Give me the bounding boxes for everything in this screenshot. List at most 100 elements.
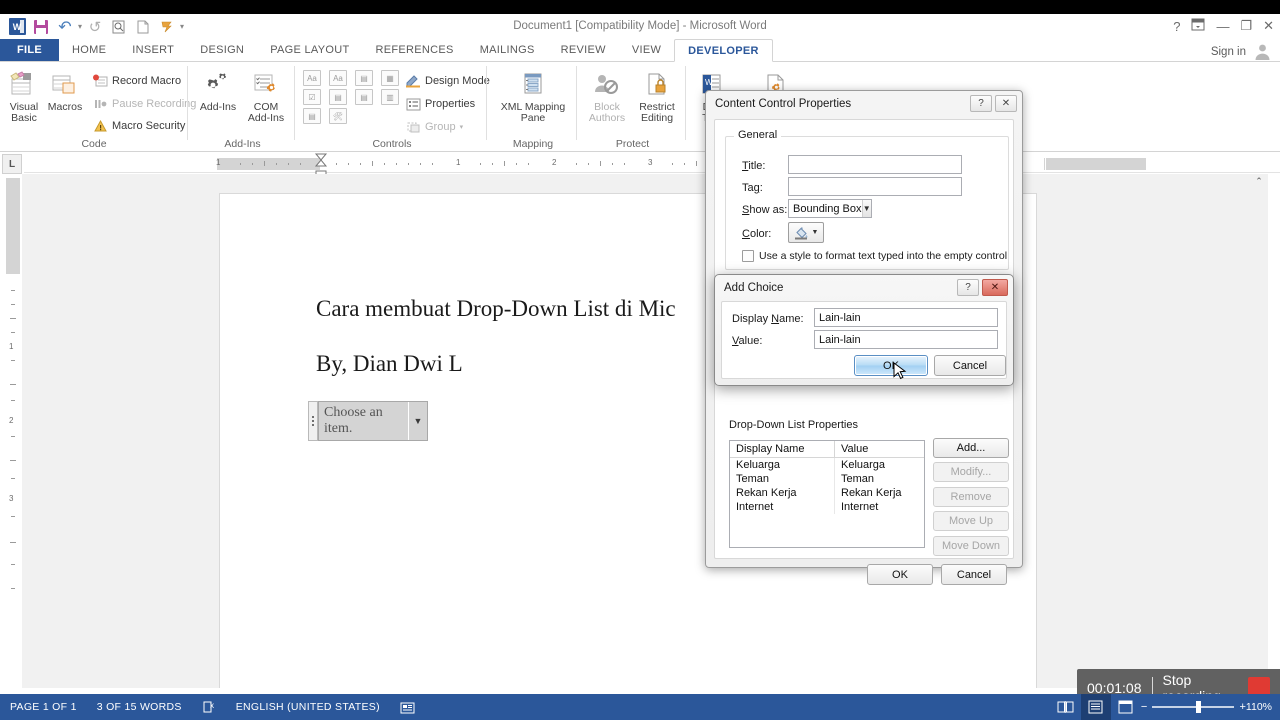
tag-input[interactable] — [788, 177, 962, 196]
fill-color-icon — [794, 226, 809, 240]
word-logo-icon: W — [6, 16, 28, 37]
title-input[interactable] — [788, 155, 962, 174]
macros-button[interactable]: Macros — [44, 68, 86, 113]
add-choice-dialog[interactable]: Add Choice ? ✕ Display Name: Lain-lain V… — [714, 274, 1014, 386]
column-header-value[interactable]: Value — [834, 441, 924, 457]
add-choice-button[interactable]: Add... — [933, 438, 1009, 458]
tab-review[interactable]: REVIEW — [548, 39, 619, 61]
add-choice-close-button[interactable]: ✕ — [982, 279, 1008, 296]
read-mode-view-button[interactable] — [1051, 694, 1081, 720]
minimize-icon[interactable]: — — [1216, 19, 1229, 34]
cell-display-name: Rekan Kerja — [736, 487, 797, 499]
color-picker-button[interactable]: ▼ — [788, 222, 824, 243]
tab-design[interactable]: DESIGN — [187, 39, 257, 61]
table-row[interactable]: Keluarga Keluarga — [730, 458, 924, 472]
zoom-out-button[interactable]: − — [1141, 701, 1147, 713]
add-choice-help-button[interactable]: ? — [957, 279, 979, 296]
date-picker-control-icon[interactable]: ▥ — [381, 89, 399, 105]
checkbox-control-icon[interactable]: ☑ — [303, 89, 321, 105]
ribbon-display-options-icon[interactable] — [1191, 18, 1205, 34]
show-as-chevron-down-icon[interactable]: ▼ — [861, 200, 871, 217]
com-add-ins-button[interactable]: COM Add-Ins — [242, 68, 290, 124]
restore-icon[interactable]: ❐ — [1240, 18, 1252, 34]
account-avatar-icon[interactable] — [1253, 42, 1272, 61]
color-chevron-down-icon[interactable]: ▼ — [812, 229, 819, 236]
table-row[interactable]: Teman Teman — [730, 472, 924, 486]
tab-page-layout[interactable]: PAGE LAYOUT — [257, 39, 362, 61]
tab-references[interactable]: REFERENCES — [363, 39, 467, 61]
ccp-help-button[interactable]: ? — [970, 95, 992, 112]
close-icon[interactable]: ✕ — [1263, 18, 1274, 34]
tab-view[interactable]: VIEW — [619, 39, 674, 61]
dropdown-content-control[interactable]: Choose an item. ▼ — [308, 401, 428, 441]
content-control-box[interactable]: Choose an item. ▼ — [318, 401, 428, 441]
zoom-slider[interactable]: − + — [1141, 694, 1246, 720]
xml-mapping-pane-button[interactable]: XML Mapping Pane — [497, 68, 569, 124]
add-choice-cancel-button[interactable]: Cancel — [934, 355, 1006, 376]
help-icon[interactable]: ? — [1173, 19, 1180, 34]
tab-selector-button[interactable]: L — [2, 154, 22, 174]
content-controls-gallery[interactable]: Aa Aa ▤ ▦ ☑ ▤ ▤ ▥ ▤ 🛠 — [303, 70, 403, 124]
table-row[interactable]: Internet Internet — [730, 500, 924, 514]
dropdown-list-control-icon[interactable]: ▤ — [355, 89, 373, 105]
ccp-cancel-button[interactable]: Cancel — [941, 564, 1007, 585]
tab-mailings[interactable]: MAILINGS — [467, 39, 548, 61]
print-layout-view-button[interactable] — [1080, 694, 1111, 720]
document-canvas[interactable]: Cara membuat Drop-Down List di Mic By, D… — [22, 174, 1268, 688]
design-mode-button[interactable]: Design Mode — [405, 73, 490, 89]
use-style-checkbox-label[interactable]: Use a style to format text typed into th… — [759, 250, 1007, 262]
use-style-checkbox[interactable] — [742, 250, 754, 262]
repeating-section-control-icon[interactable]: ▤ — [303, 108, 321, 124]
zoom-slider-track[interactable] — [1152, 701, 1235, 713]
save-icon[interactable] — [30, 16, 52, 37]
web-layout-view-button[interactable] — [1111, 694, 1141, 720]
proofing-errors-icon[interactable]: x — [192, 694, 226, 720]
visual-basic-button[interactable]: Visual Basic — [6, 68, 42, 124]
add-choice-ok-button[interactable]: OK — [854, 355, 928, 376]
zoom-level-button[interactable]: 110% — [1246, 701, 1280, 713]
plain-text-control-icon[interactable]: Aa — [329, 70, 347, 86]
status-page-number[interactable]: PAGE 1 OF 1 — [0, 694, 87, 720]
zoom-slider-knob[interactable] — [1196, 701, 1202, 713]
content-control-dropdown-arrow-icon[interactable]: ▼ — [409, 402, 427, 440]
quick-print-icon[interactable] — [156, 16, 178, 37]
properties-button[interactable]: Properties — [405, 96, 475, 112]
content-control-handle[interactable] — [308, 401, 318, 441]
ccp-close-button[interactable]: ✕ — [995, 95, 1017, 112]
macro-recording-icon[interactable] — [390, 694, 425, 720]
tab-insert[interactable]: INSERT — [119, 39, 187, 61]
collapse-ribbon-icon[interactable]: ⌃ — [1252, 174, 1266, 188]
ccp-ok-button[interactable]: OK — [867, 564, 933, 585]
building-block-control-icon[interactable]: ▦ — [381, 70, 399, 86]
ribbon-group-protect: Block Authors Restrict Editing Protect — [579, 62, 686, 152]
status-word-count[interactable]: 3 OF 15 WORDS — [87, 694, 192, 720]
pause-recording-button: Pause Recording — [92, 96, 196, 112]
customize-qat-icon[interactable]: ▾ — [180, 22, 184, 31]
undo-icon[interactable]: ↶ — [54, 16, 76, 37]
column-header-display-name[interactable]: Display Name — [730, 441, 834, 457]
horizontal-ruler[interactable]: 1 1 2 3 — [24, 155, 1280, 173]
tab-file[interactable]: FILE — [0, 39, 60, 61]
undo-dropdown-icon[interactable]: ▾ — [78, 22, 82, 31]
rich-text-control-icon[interactable]: Aa — [303, 70, 321, 86]
tab-developer[interactable]: DEVELOPER — [674, 39, 773, 62]
redo-icon[interactable]: ↺ — [84, 16, 106, 37]
choices-listbox[interactable]: Display Name Value Keluarga Keluarga Tem… — [729, 440, 925, 548]
legacy-tools-icon[interactable]: 🛠 — [329, 108, 347, 124]
status-language[interactable]: ENGLISH (UNITED STATES) — [226, 694, 390, 720]
record-macro-button[interactable]: Record Macro — [92, 73, 181, 89]
vertical-ruler[interactable]: 1 2 3 — [6, 178, 20, 688]
table-row[interactable]: Rekan Kerja Rekan Kerja — [730, 486, 924, 500]
picture-control-icon[interactable]: ▤ — [355, 70, 373, 86]
tab-home[interactable]: HOME — [59, 39, 119, 61]
macro-security-button[interactable]: Macro Security — [92, 118, 185, 134]
restrict-editing-button[interactable]: Restrict Editing — [633, 68, 681, 124]
combo-box-control-icon[interactable]: ▤ — [329, 89, 347, 105]
print-preview-icon[interactable] — [108, 16, 130, 37]
display-name-input[interactable]: Lain-lain — [814, 308, 998, 327]
add-ins-button[interactable]: Add-Ins — [194, 68, 242, 113]
new-document-icon[interactable] — [132, 16, 154, 37]
show-as-combo[interactable]: Bounding Box ▼ — [788, 199, 872, 218]
sign-in-link[interactable]: Sign in — [1211, 46, 1246, 58]
value-input[interactable]: Lain-lain — [814, 330, 998, 349]
